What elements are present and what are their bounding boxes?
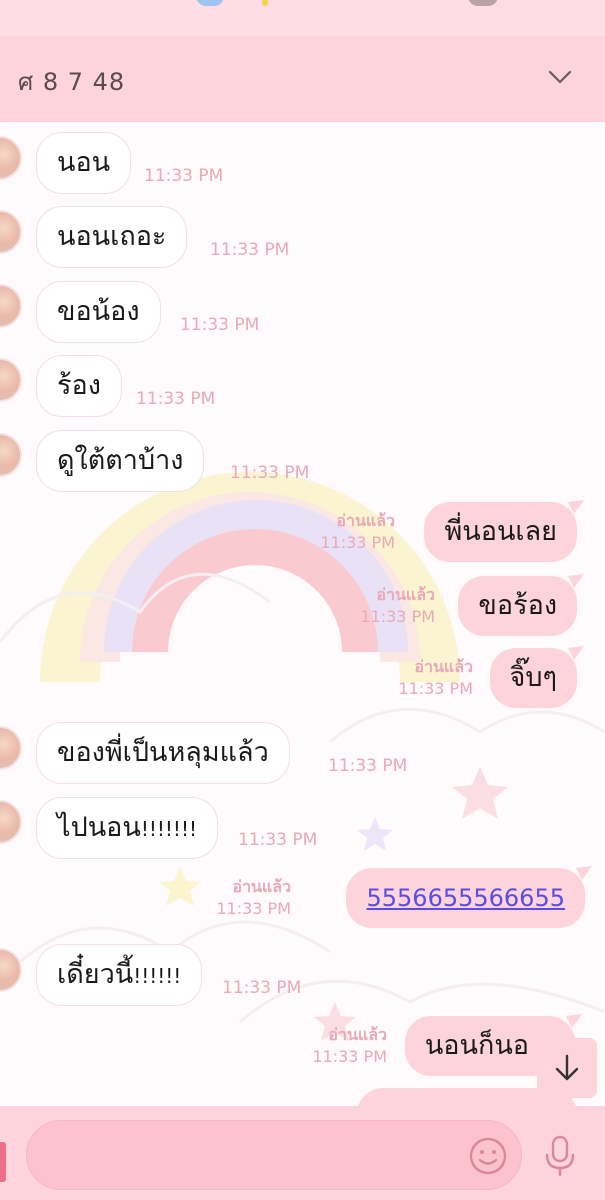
message-field[interactable] xyxy=(26,1120,522,1191)
microphone-icon[interactable] xyxy=(540,1134,580,1178)
status-icon-yellow xyxy=(262,0,268,6)
chevron-down-icon[interactable] xyxy=(547,64,573,90)
message-text-suffix: !!!!!!! xyxy=(140,817,197,841)
message-bubble-incoming[interactable]: ร้อง xyxy=(36,355,122,417)
message-time: 11:33 PM xyxy=(320,533,395,552)
read-receipt: อ่านแล้ว xyxy=(328,1025,387,1044)
message-bubble-incoming[interactable]: นอน xyxy=(36,132,132,194)
message-bubble-outgoing[interactable]: จิ๊บๆ xyxy=(489,646,584,708)
message-bubble-outgoing[interactable]: ขอร้อง xyxy=(458,574,584,636)
message-time: 11:33 PM xyxy=(312,1047,387,1066)
read-receipt: อ่านแล้ว xyxy=(336,511,395,530)
message-input-bar xyxy=(0,1106,605,1200)
message-bubble-incoming[interactable]: ของพี่เป็นหลุมแล้ว xyxy=(36,722,290,784)
message-time: 11:33 PM xyxy=(398,679,473,698)
message-time: 11:33 PM xyxy=(136,389,216,409)
message-time: 11:33 PM xyxy=(210,240,290,260)
message-text: จิ๊บๆ xyxy=(509,662,557,693)
scroll-to-bottom-button[interactable] xyxy=(537,1038,597,1098)
message-time: 11:33 PM xyxy=(360,607,435,626)
message-text: นอนก็นอ xyxy=(424,1030,529,1061)
bubble-tail xyxy=(566,1014,582,1028)
message-time: 11:33 PM xyxy=(238,830,318,850)
status-icon-dark xyxy=(468,0,498,6)
status-bar xyxy=(0,0,605,36)
bubble-tail xyxy=(568,500,584,514)
message-meta: อ่านแล้ว 11:33 PM xyxy=(312,1024,387,1068)
message-meta: อ่านแล้ว 11:33 PM xyxy=(360,584,435,628)
read-receipt: อ่านแล้ว xyxy=(414,657,473,676)
message-text: ดูใต้ตาบ้าง xyxy=(57,445,184,476)
message-text: ของพี่เป็นหลุมแล้ว xyxy=(57,737,269,768)
message-time: 11:33 PM xyxy=(222,978,302,998)
message-bubble-incoming[interactable]: ดูใต้ตาบ้าง xyxy=(36,430,205,492)
message-bubble-incoming[interactable]: ไปนอน!!!!!!! xyxy=(36,797,218,859)
message-time: 11:33 PM xyxy=(230,463,310,483)
bubble-tail xyxy=(568,646,584,660)
message-meta: อ่านแล้ว 11:33 PM xyxy=(320,510,395,554)
chat-header: ศ 8 7 48 xyxy=(0,36,605,122)
menu-toggle[interactable] xyxy=(0,1142,6,1182)
chat-title: ศ 8 7 48 xyxy=(18,68,126,96)
message-bubble-outgoing-link[interactable]: 5556655566655 xyxy=(346,866,592,928)
bubble-tail xyxy=(568,574,584,588)
phone-number-link[interactable]: 5556655566655 xyxy=(366,884,565,912)
message-time: 11:33 PM xyxy=(144,166,224,186)
message-text: พี่นอนเลย xyxy=(444,516,557,547)
message-bubble-outgoing[interactable]: พี่นอนเลย xyxy=(424,500,584,562)
message-input[interactable] xyxy=(47,1121,471,1191)
status-icon-blue xyxy=(196,0,224,6)
message-meta: อ่านแล้ว 11:33 PM xyxy=(398,656,473,700)
message-text: เดี๋ยวนี้ xyxy=(57,959,134,990)
message-time: 11:33 PM xyxy=(328,756,408,776)
message-list[interactable]: นอน 11:33 PM นอนเถอะ 11:33 PM ขอน้อง 11:… xyxy=(0,122,605,1106)
message-text: ไปนอน xyxy=(57,812,141,843)
message-bubble-incoming[interactable]: นอนเถอะ xyxy=(36,206,188,268)
read-receipt: อ่านแล้ว xyxy=(376,585,435,604)
message-meta: อ่านแล้ว 11:33 PM xyxy=(216,876,291,920)
message-text-suffix: !!!!!! xyxy=(133,964,182,988)
arrow-down-icon xyxy=(555,1054,579,1081)
message-text: นอน xyxy=(57,147,111,178)
message-text: ขอน้อง xyxy=(57,296,140,327)
smiley-icon[interactable] xyxy=(468,1136,508,1176)
message-text: ร้อง xyxy=(57,370,101,401)
message-text: นอนเถอะ xyxy=(57,221,167,252)
message-text: ขอร้อง xyxy=(478,590,557,621)
message-time: 11:33 PM xyxy=(180,315,260,335)
message-bubble-incoming[interactable]: เดี๋ยวนี้!!!!!! xyxy=(36,944,203,1006)
message-bubble-incoming[interactable]: ขอน้อง xyxy=(36,281,161,343)
message-time: 11:33 PM xyxy=(216,899,291,918)
bubble-tail xyxy=(576,866,592,880)
read-receipt: อ่านแล้ว xyxy=(232,877,291,896)
